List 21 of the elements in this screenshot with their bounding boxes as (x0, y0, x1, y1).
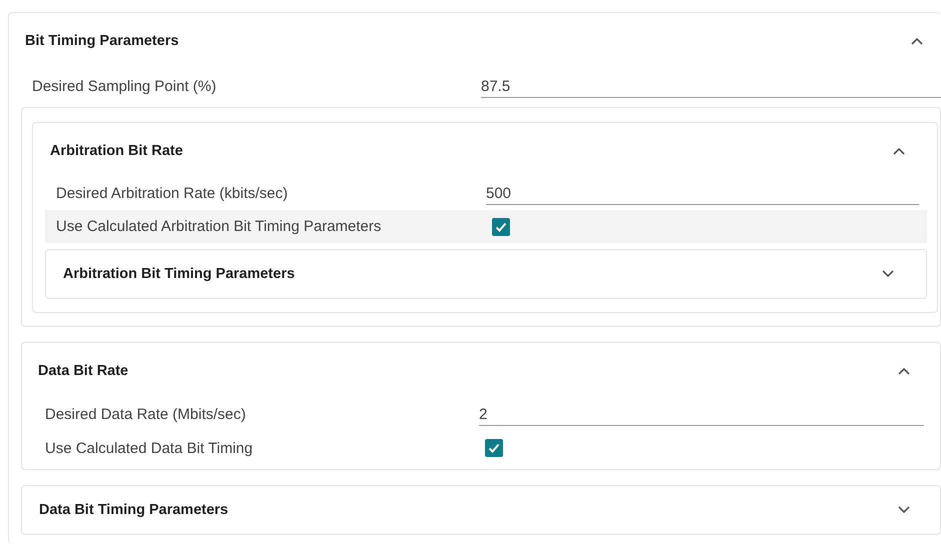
value-field[interactable]: 2 (479, 402, 924, 426)
chevron-up-icon[interactable] (891, 145, 907, 157)
section-title: Data Bit Timing Parameters (39, 502, 228, 518)
chevron-down-icon[interactable] (880, 268, 896, 280)
checkbox[interactable] (492, 218, 510, 236)
section-title: Bit Timing Parameters (25, 33, 179, 49)
checkbox-label: Use Calculated Data Bit Timing (44, 440, 254, 456)
field-label: Desired Arbitration Rate (kbits/sec) (55, 184, 289, 202)
checkbox[interactable] (485, 439, 503, 457)
section-title: Data Bit Rate (38, 363, 128, 379)
chevron-up-icon[interactable] (909, 35, 925, 47)
chevron-up-icon[interactable] (896, 365, 912, 377)
chevron-down-icon[interactable] (896, 504, 912, 516)
checkbox-label: Use Calculated Arbitration Bit Timing Parameters (55, 218, 382, 235)
section-title: Arbitration Bit Rate (50, 143, 183, 159)
field-label: Desired Data Rate (Mbits/sec) (44, 406, 247, 422)
value-field[interactable]: 500 (486, 182, 919, 204)
field-label: Desired Sampling Point (%) (31, 78, 218, 94)
section-title: Arbitration Bit Timing Parameters (63, 266, 295, 282)
value-field[interactable]: 87.5 (481, 74, 941, 98)
checkmark-icon (487, 441, 501, 455)
